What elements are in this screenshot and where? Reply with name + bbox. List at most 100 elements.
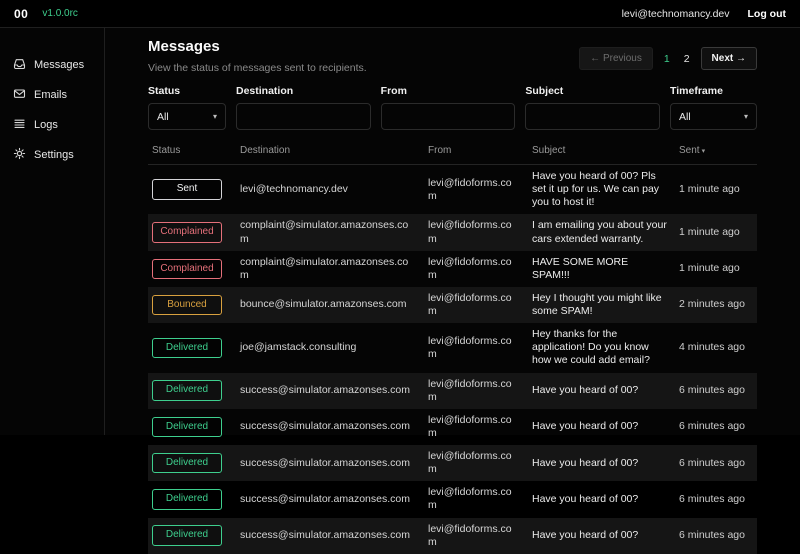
sent-cell: 6 minutes ago (675, 518, 757, 554)
status-badge: Delivered (152, 338, 222, 359)
table-row: Delivered success@simulator.amazonses.co… (148, 409, 757, 445)
from-cell: levi@fidoforms.com (424, 445, 528, 481)
destination-cell: bounce@simulator.amazonses.com (236, 287, 424, 323)
table-row: Bounced bounce@simulator.amazonses.com l… (148, 287, 757, 323)
sent-cell: 6 minutes ago (675, 481, 757, 517)
chevron-down-icon: ▾ (744, 112, 748, 121)
destination-cell: success@simulator.amazonses.com (236, 445, 424, 481)
destination-cell: success@simulator.amazonses.com (236, 518, 424, 554)
column-header-from: From (424, 142, 528, 165)
subject-cell: Hey I thought you might like some SPAM! (528, 287, 675, 323)
status-badge: Delivered (152, 417, 222, 438)
filters-bar: Status All ▾ Destination From Subject Ti… (148, 85, 757, 130)
subject-cell: HAVE SOME MORE SPAM!!! (528, 251, 675, 287)
sidebar-item-label: Logs (34, 119, 58, 131)
app-logo: 00 (14, 7, 28, 21)
version-label: v1.0.0rc (42, 8, 78, 19)
table-row: Delivered success@simulator.amazonses.co… (148, 445, 757, 481)
logs-icon (13, 117, 26, 133)
subject-cell: Have you heard of 00? (528, 481, 675, 517)
sent-cell: 1 minute ago (675, 165, 757, 215)
timeframe-filter-select[interactable]: All ▾ (670, 103, 757, 130)
destination-cell: success@simulator.amazonses.com (236, 481, 424, 517)
sidebar-item-label: Emails (34, 89, 67, 101)
sent-cell: 6 minutes ago (675, 373, 757, 409)
sent-cell: 2 minutes ago (675, 287, 757, 323)
table-row: Delivered success@simulator.amazonses.co… (148, 373, 757, 409)
from-cell: levi@fidoforms.com (424, 165, 528, 215)
gear-icon (13, 147, 26, 163)
pagination: ← Previous 1 2 Next → (579, 47, 757, 70)
subject-filter-label: Subject (525, 85, 660, 97)
column-header-status: Status (148, 142, 236, 165)
destination-cell: levi@technomancy.dev (236, 165, 424, 215)
destination-cell: joe@jamstack.consulting (236, 323, 424, 372)
status-badge: Complained (152, 222, 222, 243)
topbar: 00 v1.0.0rc levi@technomancy.dev Log out (0, 0, 800, 28)
status-filter-value: All (157, 111, 169, 123)
sort-descending-icon: ▾ (702, 148, 706, 155)
from-cell: levi@fidoforms.com (424, 481, 528, 517)
subject-cell: Hey thanks for the application! Do you k… (528, 323, 675, 372)
sidebar-item-emails[interactable]: Emails (0, 82, 104, 108)
destination-cell: complaint@simulator.amazonses.com (236, 214, 424, 250)
sidebar-item-label: Messages (34, 59, 84, 71)
status-badge: Sent (152, 179, 222, 200)
subject-cell: Have you heard of 00? (528, 518, 675, 554)
sidebar-item-settings[interactable]: Settings (0, 142, 104, 168)
user-email: levi@technomancy.dev (622, 8, 730, 20)
from-filter-input[interactable] (381, 103, 516, 130)
destination-cell: complaint@simulator.amazonses.com (236, 251, 424, 287)
sent-cell: 6 minutes ago (675, 409, 757, 445)
table-row: Sent levi@technomancy.dev levi@fidoforms… (148, 165, 757, 215)
subject-cell: I am emailing you about your cars extend… (528, 214, 675, 250)
timeframe-filter-label: Timeframe (670, 85, 757, 97)
from-cell: levi@fidoforms.com (424, 518, 528, 554)
column-header-subject: Subject (528, 142, 675, 165)
table-row: Delivered success@simulator.amazonses.co… (148, 481, 757, 517)
sent-cell: 1 minute ago (675, 251, 757, 287)
status-badge: Delivered (152, 380, 222, 401)
sidebar-item-logs[interactable]: Logs (0, 112, 104, 138)
status-badge: Delivered (152, 489, 222, 510)
page-title: Messages (148, 38, 367, 55)
subject-cell: Have you heard of 00? (528, 409, 675, 445)
status-filter-select[interactable]: All ▾ (148, 103, 226, 130)
chevron-down-icon: ▾ (213, 112, 217, 121)
destination-filter-input[interactable] (236, 103, 371, 130)
sidebar-item-messages[interactable]: Messages (0, 52, 104, 78)
table-row: Delivered joe@jamstack.consulting levi@f… (148, 323, 757, 372)
from-cell: levi@fidoforms.com (424, 409, 528, 445)
destination-cell: success@simulator.amazonses.com (236, 409, 424, 445)
subject-filter-input[interactable] (525, 103, 660, 130)
logout-button[interactable]: Log out (748, 8, 786, 20)
status-badge: Bounced (152, 295, 222, 316)
subject-cell: Have you heard of 00? (528, 445, 675, 481)
status-badge: Delivered (152, 525, 222, 546)
page-number-1[interactable]: 1 (661, 53, 673, 65)
sent-cell: 6 minutes ago (675, 445, 757, 481)
envelope-icon (13, 87, 26, 103)
timeframe-filter-value: All (679, 111, 691, 123)
messages-table: Status Destination From Subject Sent▾ Se… (148, 142, 757, 554)
from-cell: levi@fidoforms.com (424, 287, 528, 323)
inbox-icon (13, 57, 26, 73)
from-cell: levi@fidoforms.com (424, 251, 528, 287)
next-page-button[interactable]: Next → (701, 47, 757, 70)
from-cell: levi@fidoforms.com (424, 214, 528, 250)
table-row: Delivered success@simulator.amazonses.co… (148, 518, 757, 554)
table-row: Complained complaint@simulator.amazonses… (148, 251, 757, 287)
table-row: Complained complaint@simulator.amazonses… (148, 214, 757, 250)
status-badge: Complained (152, 259, 222, 280)
column-header-sent[interactable]: Sent▾ (675, 142, 757, 165)
main-content: Messages View the status of messages sen… (105, 28, 800, 435)
sent-cell: 1 minute ago (675, 214, 757, 250)
subject-cell: Have you heard of 00? Pls set it up for … (528, 165, 675, 215)
from-filter-label: From (381, 85, 516, 97)
status-filter-label: Status (148, 85, 226, 97)
from-cell: levi@fidoforms.com (424, 323, 528, 372)
page-number-2[interactable]: 2 (681, 53, 693, 65)
previous-page-button[interactable]: ← Previous (579, 47, 653, 70)
sidebar-item-label: Settings (34, 149, 74, 161)
destination-filter-label: Destination (236, 85, 371, 97)
